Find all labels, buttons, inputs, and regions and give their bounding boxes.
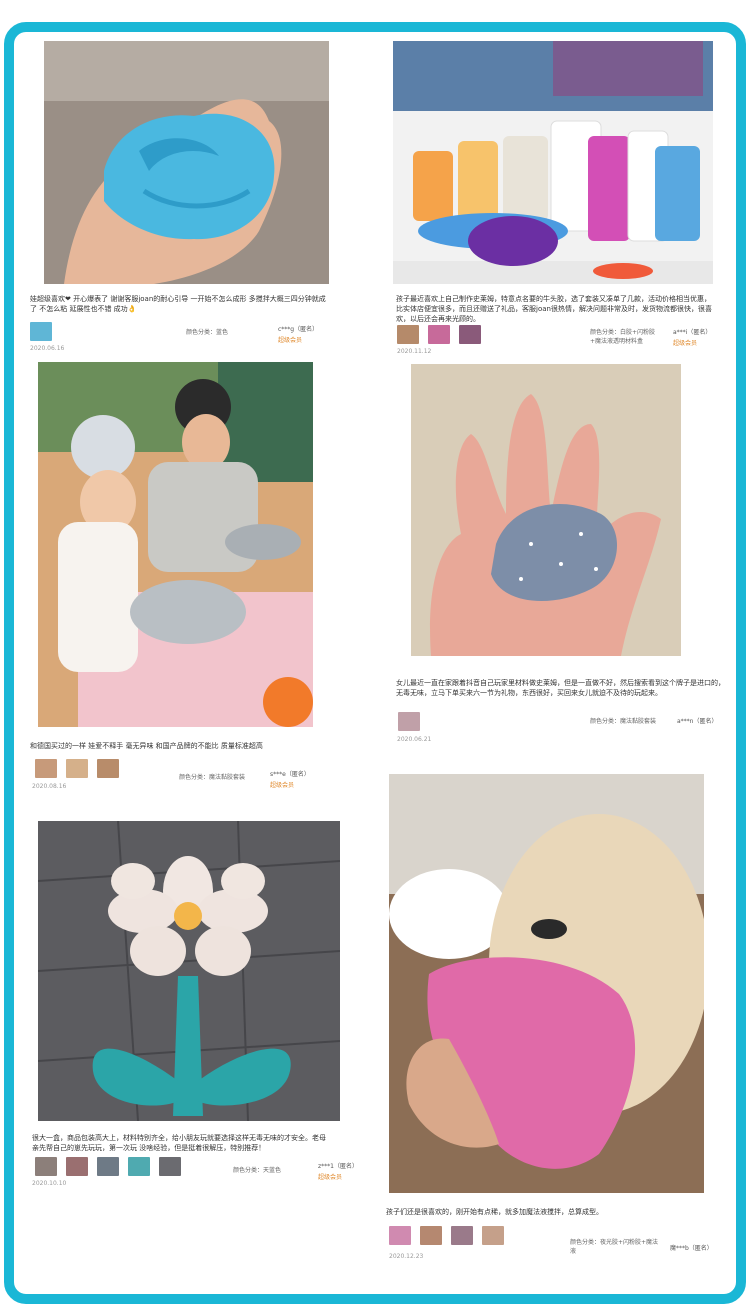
review-text: 孩子最近喜欢上自己制作史莱姆，特意点名要的牛头胶，选了套装又凑单了几款，活动价格… bbox=[396, 295, 712, 323]
member-badge: 超级会员 bbox=[278, 337, 303, 344]
review-photo-elmers[interactable] bbox=[393, 41, 713, 284]
thumbnail[interactable] bbox=[66, 1157, 88, 1176]
reviewer-name: a***n（匿名） bbox=[677, 718, 718, 725]
review-thumbnails bbox=[397, 325, 481, 344]
review-text: 娃超级喜欢❤ 开心爆表了 谢谢客服joan的耐心引导 一开始不怎么成形 多搅拌大… bbox=[30, 295, 326, 313]
review-thumbnails bbox=[389, 1226, 504, 1245]
review-thumbnails bbox=[35, 1157, 181, 1176]
thumbnail[interactable] bbox=[35, 759, 57, 778]
review-thumbnails bbox=[30, 322, 52, 341]
color-category: 颜色分类：魔法黏胶套装 bbox=[179, 774, 246, 781]
blue-slime-hand-photo bbox=[44, 41, 329, 284]
thumbnail[interactable] bbox=[398, 712, 420, 731]
thumbnail[interactable] bbox=[482, 1226, 504, 1245]
review-date: 2020.10.10 bbox=[32, 1180, 67, 1187]
dog-pink-slime-photo bbox=[389, 774, 704, 1193]
reviewer-name: a***i（匿名） bbox=[673, 329, 712, 336]
elmers-glue-bottles-photo bbox=[393, 41, 713, 284]
review-text: 女儿最近一直在家跟着抖音自己玩家里材料做史莱姆，但是一直做不好，然后搜索看到这个… bbox=[396, 679, 725, 697]
review-photo-kids[interactable] bbox=[38, 362, 313, 727]
thumbnail[interactable] bbox=[420, 1226, 442, 1245]
member-badge: 超级会员 bbox=[318, 1174, 343, 1181]
reviewer-name: z***1（匿名） bbox=[318, 1163, 358, 1170]
review-photo-dog[interactable] bbox=[389, 774, 704, 1193]
slime-flower-photo bbox=[38, 821, 340, 1121]
thumbnail[interactable] bbox=[159, 1157, 181, 1176]
kids-making-slime-photo bbox=[38, 362, 313, 727]
member-badge: 超级会员 bbox=[270, 782, 295, 789]
review-thumbnails bbox=[35, 759, 119, 778]
color-category: 颜色分类：夜光胶+闪粉胶+魔法液 bbox=[570, 1239, 659, 1255]
thumbnail[interactable] bbox=[397, 325, 419, 344]
review-date: 2020.08.16 bbox=[32, 783, 67, 790]
color-category: 颜色分类：蓝色 bbox=[186, 329, 229, 336]
review-date: 2020.06.21 bbox=[397, 736, 432, 743]
review-date: 2020.12.23 bbox=[389, 1253, 424, 1260]
thumbnail[interactable] bbox=[459, 325, 481, 344]
thumbnail[interactable] bbox=[30, 322, 52, 341]
thumbnail[interactable] bbox=[389, 1226, 411, 1245]
thumbnail[interactable] bbox=[35, 1157, 57, 1176]
review-photo-glitter[interactable] bbox=[411, 364, 681, 656]
review-date: 2020.11.12 bbox=[397, 348, 432, 355]
thumbnail[interactable] bbox=[451, 1226, 473, 1245]
glitter-slime-hand-photo bbox=[411, 364, 681, 656]
color-category: 颜色分类：天蓝色 bbox=[233, 1167, 282, 1174]
review-photo-flower[interactable] bbox=[38, 821, 340, 1121]
review-date: 2020.06.16 bbox=[30, 345, 65, 352]
thumbnail[interactable] bbox=[97, 1157, 119, 1176]
member-badge: 超级会员 bbox=[673, 340, 698, 347]
thumbnail[interactable] bbox=[66, 759, 88, 778]
thumbnail[interactable] bbox=[97, 759, 119, 778]
color-category: 颜色分类：白胶+闪粉胶+魔法液透明材料盒 bbox=[590, 329, 656, 345]
reviewer-name: s***e（匿名） bbox=[270, 771, 310, 778]
review-text: 和德国买过的一样 娃爱不释手 毫无异味 和国产品牌的不能比 质量标准超高 bbox=[30, 742, 263, 750]
color-category: 颜色分类：魔法黏胶套装 bbox=[590, 718, 657, 725]
review-text: 很大一盒，商品包装高大上，材料特别齐全，给小朋友玩就要选择这样无毒无味的才安全。… bbox=[32, 1134, 326, 1152]
review-photo-blue-slime[interactable] bbox=[44, 41, 329, 284]
review-text: 孩子们还是很喜欢的，刚开始有点稀，就多加魔法液搅拌，总算成型。 bbox=[386, 1208, 603, 1216]
thumbnail[interactable] bbox=[128, 1157, 150, 1176]
reviewer-name: 魔***b（匿名） bbox=[670, 1245, 713, 1252]
thumbnail[interactable] bbox=[428, 325, 450, 344]
review-thumbnails bbox=[398, 712, 420, 731]
reviewer-name: c***g（匿名） bbox=[278, 326, 319, 333]
